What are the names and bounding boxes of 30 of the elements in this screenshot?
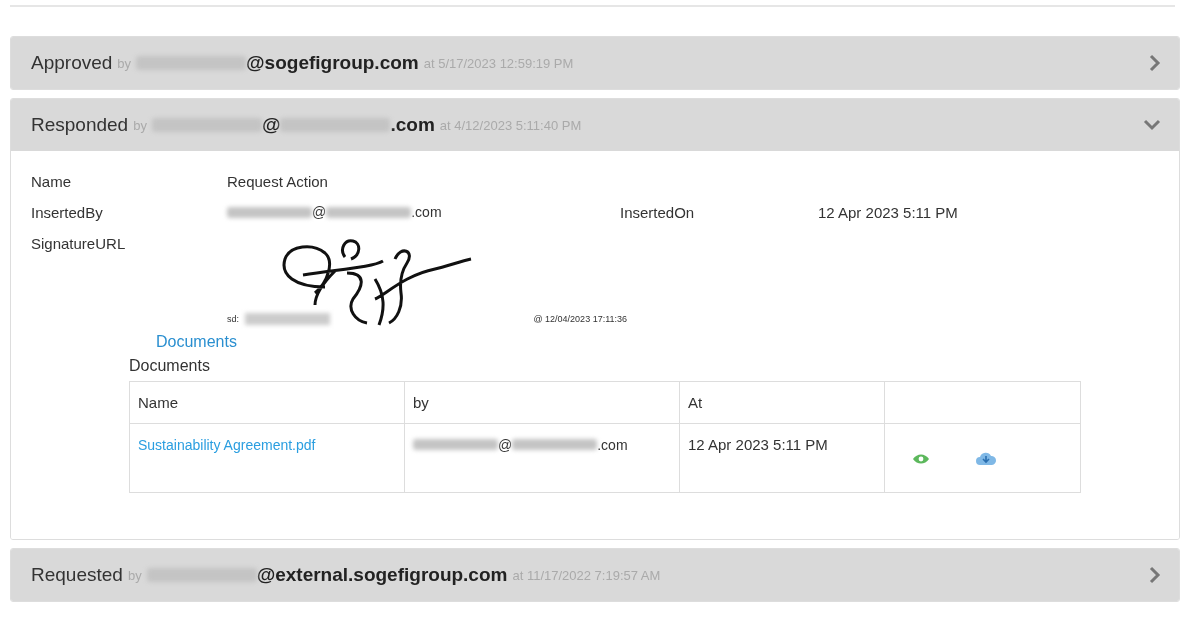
email-text: .com [390, 114, 435, 136]
field-label: InsertedOn [620, 204, 696, 221]
email-text: @external.sogefigroup.com [256, 564, 508, 586]
email-text: @ [498, 436, 513, 453]
field-label: InsertedBy [31, 204, 104, 221]
field-value: 12 Apr 2023 5:11 PM [818, 204, 959, 221]
field-value: Request Action [227, 173, 329, 190]
eye-icon[interactable] [913, 454, 929, 464]
column-header: At [679, 381, 885, 424]
chevron-down-icon[interactable] [1143, 119, 1161, 131]
table-cell: 12 Apr 2023 5:11 PM [688, 436, 828, 453]
cloud-download-icon[interactable] [975, 451, 997, 467]
chevron-right-icon[interactable] [1149, 566, 1161, 584]
chevron-right-icon[interactable] [1149, 54, 1161, 72]
email-text: .com [597, 436, 628, 453]
email-text: .com [411, 204, 442, 220]
email-text: @ [312, 204, 327, 220]
email-text: @sogefigroup.com [246, 52, 419, 74]
status-label: Approved [31, 52, 113, 74]
section-title: Documents [129, 357, 210, 375]
status-label: Responded [31, 114, 129, 136]
signature-caption: sd: [227, 314, 239, 324]
field-label: SignatureURL [31, 235, 127, 252]
documents-link[interactable]: Documents [156, 333, 237, 351]
field-label: Name [31, 173, 72, 190]
column-header: Name [129, 381, 405, 424]
column-header: by [404, 381, 680, 424]
email-text: @ [261, 114, 281, 136]
signature-timestamp: @ 12/04/2023 17:11:36 [533, 314, 627, 324]
status-label: Requested [31, 564, 123, 586]
